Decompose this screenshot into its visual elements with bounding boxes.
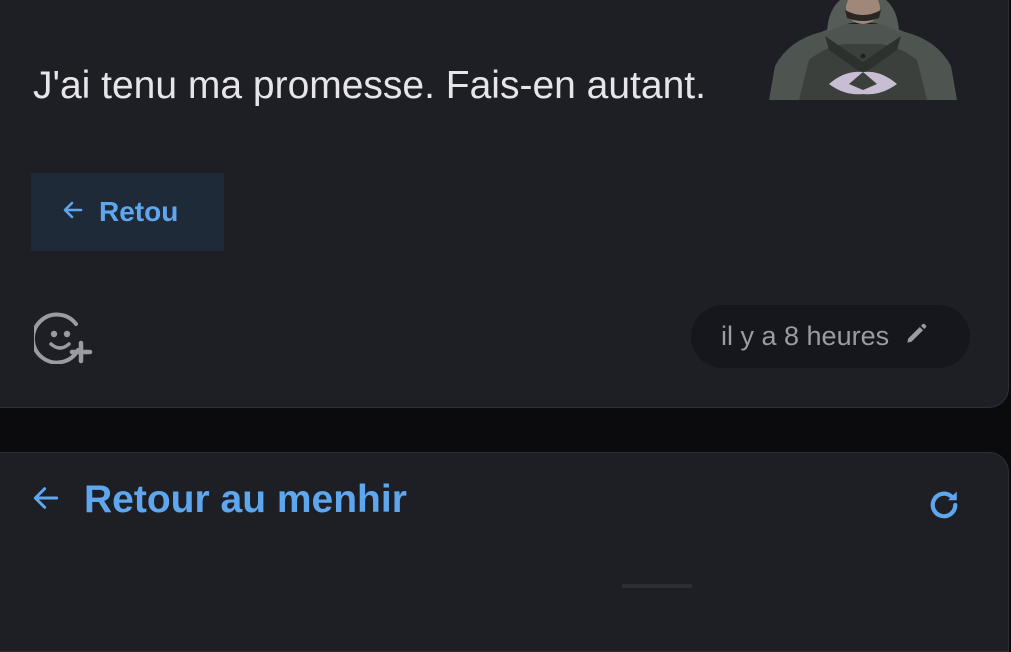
arrow-left-icon xyxy=(61,198,85,227)
back-to-menhir-link[interactable]: Retour au menhir xyxy=(30,478,407,522)
refresh-icon[interactable] xyxy=(926,487,962,523)
pencil-icon[interactable] xyxy=(903,321,929,352)
back-to-menhir-label: Retour au menhir xyxy=(84,478,407,521)
timestamp-pill: il y a 8 heures xyxy=(691,305,970,368)
embed-button-label: Retou xyxy=(99,196,179,227)
content-peek xyxy=(622,584,692,588)
embed-back-button[interactable]: Retou xyxy=(31,173,224,251)
message-text: J'ai tenu ma promesse. Fais-en autant. xyxy=(33,64,706,107)
emoji-add-icon[interactable] xyxy=(30,310,94,365)
arrow-left-icon xyxy=(30,482,62,519)
timestamp: il y a 8 heures xyxy=(721,321,890,351)
hooded-figure-sticker xyxy=(769,0,957,100)
